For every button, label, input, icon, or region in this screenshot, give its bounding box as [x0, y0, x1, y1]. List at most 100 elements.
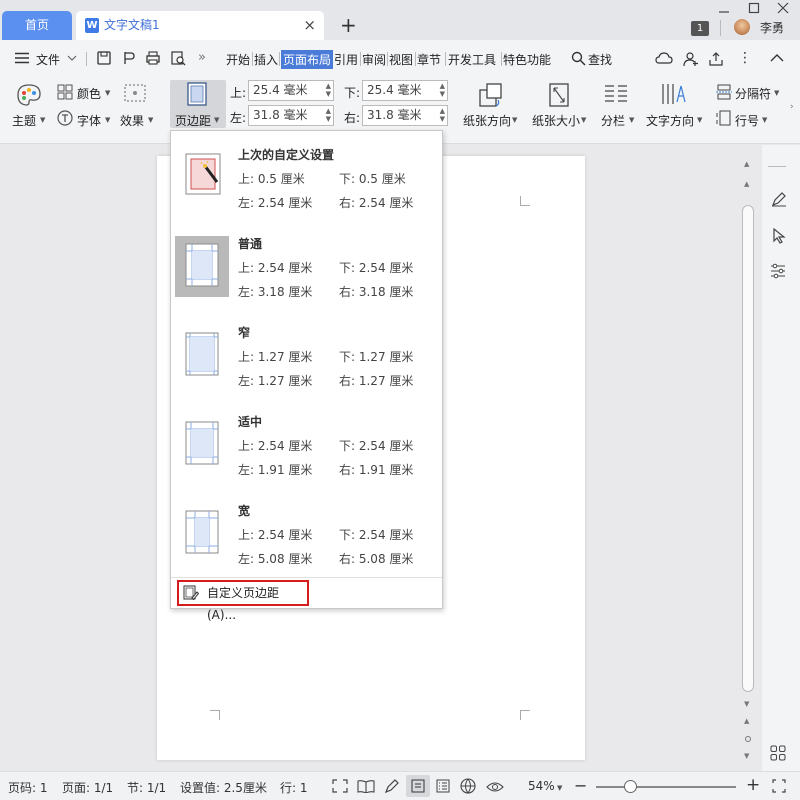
option-left: 左: 1.91 厘米	[238, 463, 313, 477]
line-numbers-icon[interactable]	[716, 110, 732, 126]
share-icon[interactable]	[708, 51, 724, 67]
menu-insert[interactable]: 插入	[254, 51, 278, 68]
print-preview-icon[interactable]	[170, 50, 186, 66]
save-icon[interactable]	[96, 50, 112, 66]
eye-protection-icon[interactable]	[486, 778, 504, 794]
scroll-up-icon[interactable]: ▲	[744, 180, 749, 188]
pen-icon[interactable]	[384, 778, 400, 794]
paper-size-icon[interactable]	[548, 82, 572, 108]
font-t-icon[interactable]	[57, 110, 73, 126]
zoom-level[interactable]: 54%	[528, 779, 555, 793]
left-margin-input[interactable]: 31.8 毫米 ▲ ▼	[248, 105, 334, 126]
chevron-down-icon[interactable]: ▼	[557, 784, 562, 792]
previous-page-icon[interactable]: ▲	[744, 717, 749, 725]
breaks-icon[interactable]	[716, 84, 732, 100]
effects-icon[interactable]	[124, 84, 146, 102]
more-quick-actions-icon[interactable]: »	[198, 50, 206, 65]
menu-chapter[interactable]: 章节	[417, 51, 441, 68]
stepper-icon[interactable]: ▲ ▼	[440, 82, 445, 98]
orientation-icon[interactable]	[478, 82, 504, 108]
stepper-icon[interactable]: ▲ ▼	[440, 107, 445, 123]
next-page-icon[interactable]: ▼	[744, 752, 749, 760]
apps-grid-icon[interactable]	[770, 745, 786, 761]
margin-option-wide[interactable]: 宽 上: 2.54 厘米 下: 2.54 厘米 左: 5.08 厘米 右: 5.…	[171, 492, 442, 581]
text-direction-button[interactable]: 文字方向	[646, 112, 694, 129]
window-count-badge[interactable]: 1	[691, 21, 709, 36]
cloud-sync-icon[interactable]	[655, 51, 673, 66]
collapse-ribbon-icon[interactable]	[770, 53, 784, 63]
row-number[interactable]: 行: 1	[280, 779, 308, 796]
menu-file[interactable]: 文件	[36, 51, 60, 68]
new-tab-button[interactable]: +	[340, 14, 357, 36]
close-tab-icon[interactable]: ×	[303, 11, 316, 40]
theme-palette-icon[interactable]	[16, 83, 42, 107]
section-count[interactable]: 节: 1/1	[127, 779, 166, 796]
search-icon[interactable]	[571, 51, 586, 66]
tab-home[interactable]: 首页	[2, 11, 72, 40]
breaks-button[interactable]: 分隔符	[735, 85, 771, 102]
orientation-button[interactable]: 纸张方向	[463, 112, 511, 129]
columns-button[interactable]: 分栏	[601, 112, 625, 129]
collaborate-icon[interactable]	[683, 51, 699, 67]
web-view-icon[interactable]	[460, 778, 476, 794]
print-icon[interactable]	[145, 50, 161, 66]
menu-developer[interactable]: 开发工具	[448, 51, 496, 68]
line-numbers-button[interactable]: 行号	[735, 112, 759, 129]
minimize-icon[interactable]	[718, 2, 730, 14]
export-pdf-icon[interactable]	[121, 50, 137, 66]
columns-icon[interactable]	[603, 83, 629, 105]
zoom-in-button[interactable]: +	[746, 775, 760, 795]
outline-view-icon[interactable]	[436, 779, 450, 793]
zoom-slider-track[interactable]	[596, 786, 736, 788]
close-window-icon[interactable]	[777, 2, 789, 14]
select-cursor-icon[interactable]	[772, 228, 786, 244]
margin-option-moderate[interactable]: 适中 上: 2.54 厘米 下: 2.54 厘米 左: 1.91 厘米 右: 1…	[171, 403, 442, 492]
fonts-button[interactable]: 字体	[77, 112, 101, 129]
theme-button[interactable]: 主题	[12, 112, 36, 129]
top-margin-input[interactable]: 25.4 毫米 ▲ ▼	[248, 80, 334, 101]
color-grid-icon[interactable]	[57, 84, 73, 100]
tab-document[interactable]: W 文字文稿1 ×	[76, 11, 324, 40]
scroll-up-icon[interactable]: ▲	[744, 160, 749, 168]
fullscreen-icon[interactable]	[332, 779, 348, 793]
text-direction-icon[interactable]	[660, 82, 686, 106]
margin-option-normal[interactable]: 普通 上: 2.54 厘米 下: 2.54 厘米 左: 3.18 厘米 右: 3…	[171, 225, 442, 314]
maximize-icon[interactable]	[748, 2, 760, 14]
page-number[interactable]: 页码: 1	[8, 779, 48, 796]
chevron-down-icon[interactable]	[67, 54, 77, 62]
menu-view[interactable]: 视图	[389, 51, 413, 68]
hamburger-icon[interactable]	[14, 52, 30, 64]
adjust-settings-icon[interactable]	[770, 263, 786, 279]
stepper-icon[interactable]: ▲ ▼	[326, 82, 331, 98]
paper-size-button[interactable]: 纸张大小	[532, 112, 580, 129]
scroll-down-icon[interactable]: ▼	[744, 700, 749, 708]
setting-value[interactable]: 设置值: 2.5厘米	[180, 779, 267, 796]
chevron-down-icon: ▼	[629, 116, 635, 124]
pen-icon[interactable]	[771, 191, 787, 207]
margin-option-narrow[interactable]: 窄 上: 1.27 厘米 下: 1.27 厘米 左: 1.27 厘米 右: 1.…	[171, 314, 442, 403]
menu-review[interactable]: 审阅	[362, 51, 386, 68]
margin-option-last-custom[interactable]: 上次的自定义设置 上: 0.5 厘米 下: 0.5 厘米 左: 2.54 厘米 …	[171, 136, 442, 225]
user-name[interactable]: 李勇	[760, 19, 784, 36]
effects-button[interactable]: 效果	[120, 112, 144, 129]
browse-object-icon[interactable]	[745, 736, 751, 742]
avatar[interactable]	[734, 19, 750, 35]
menu-features[interactable]: 特色功能	[503, 51, 551, 68]
menu-references[interactable]: 引用	[334, 51, 358, 68]
search-button[interactable]: 查找	[588, 51, 612, 68]
right-margin-input[interactable]: 31.8 毫米 ▲ ▼	[362, 105, 448, 126]
scrollbar-thumb[interactable]	[742, 205, 754, 692]
stepper-icon[interactable]: ▲ ▼	[326, 107, 331, 123]
fit-window-icon[interactable]	[772, 779, 786, 793]
colors-button[interactable]: 颜色	[77, 85, 101, 102]
custom-margins-button[interactable]: 自定义页边距(A)...	[177, 580, 309, 622]
page-count[interactable]: 页面: 1/1	[62, 779, 113, 796]
more-options-icon[interactable]: ⋮	[738, 50, 752, 66]
reading-mode-icon[interactable]	[357, 779, 375, 793]
menu-page-layout[interactable]: 页面布局	[281, 50, 334, 69]
zoom-out-button[interactable]: −	[574, 776, 587, 795]
ribbon-scroll-right-icon[interactable]: ›	[790, 102, 794, 112]
zoom-slider-thumb[interactable]	[624, 780, 637, 793]
menu-start[interactable]: 开始	[226, 51, 250, 68]
bottom-margin-input[interactable]: 25.4 毫米 ▲ ▼	[362, 80, 448, 101]
